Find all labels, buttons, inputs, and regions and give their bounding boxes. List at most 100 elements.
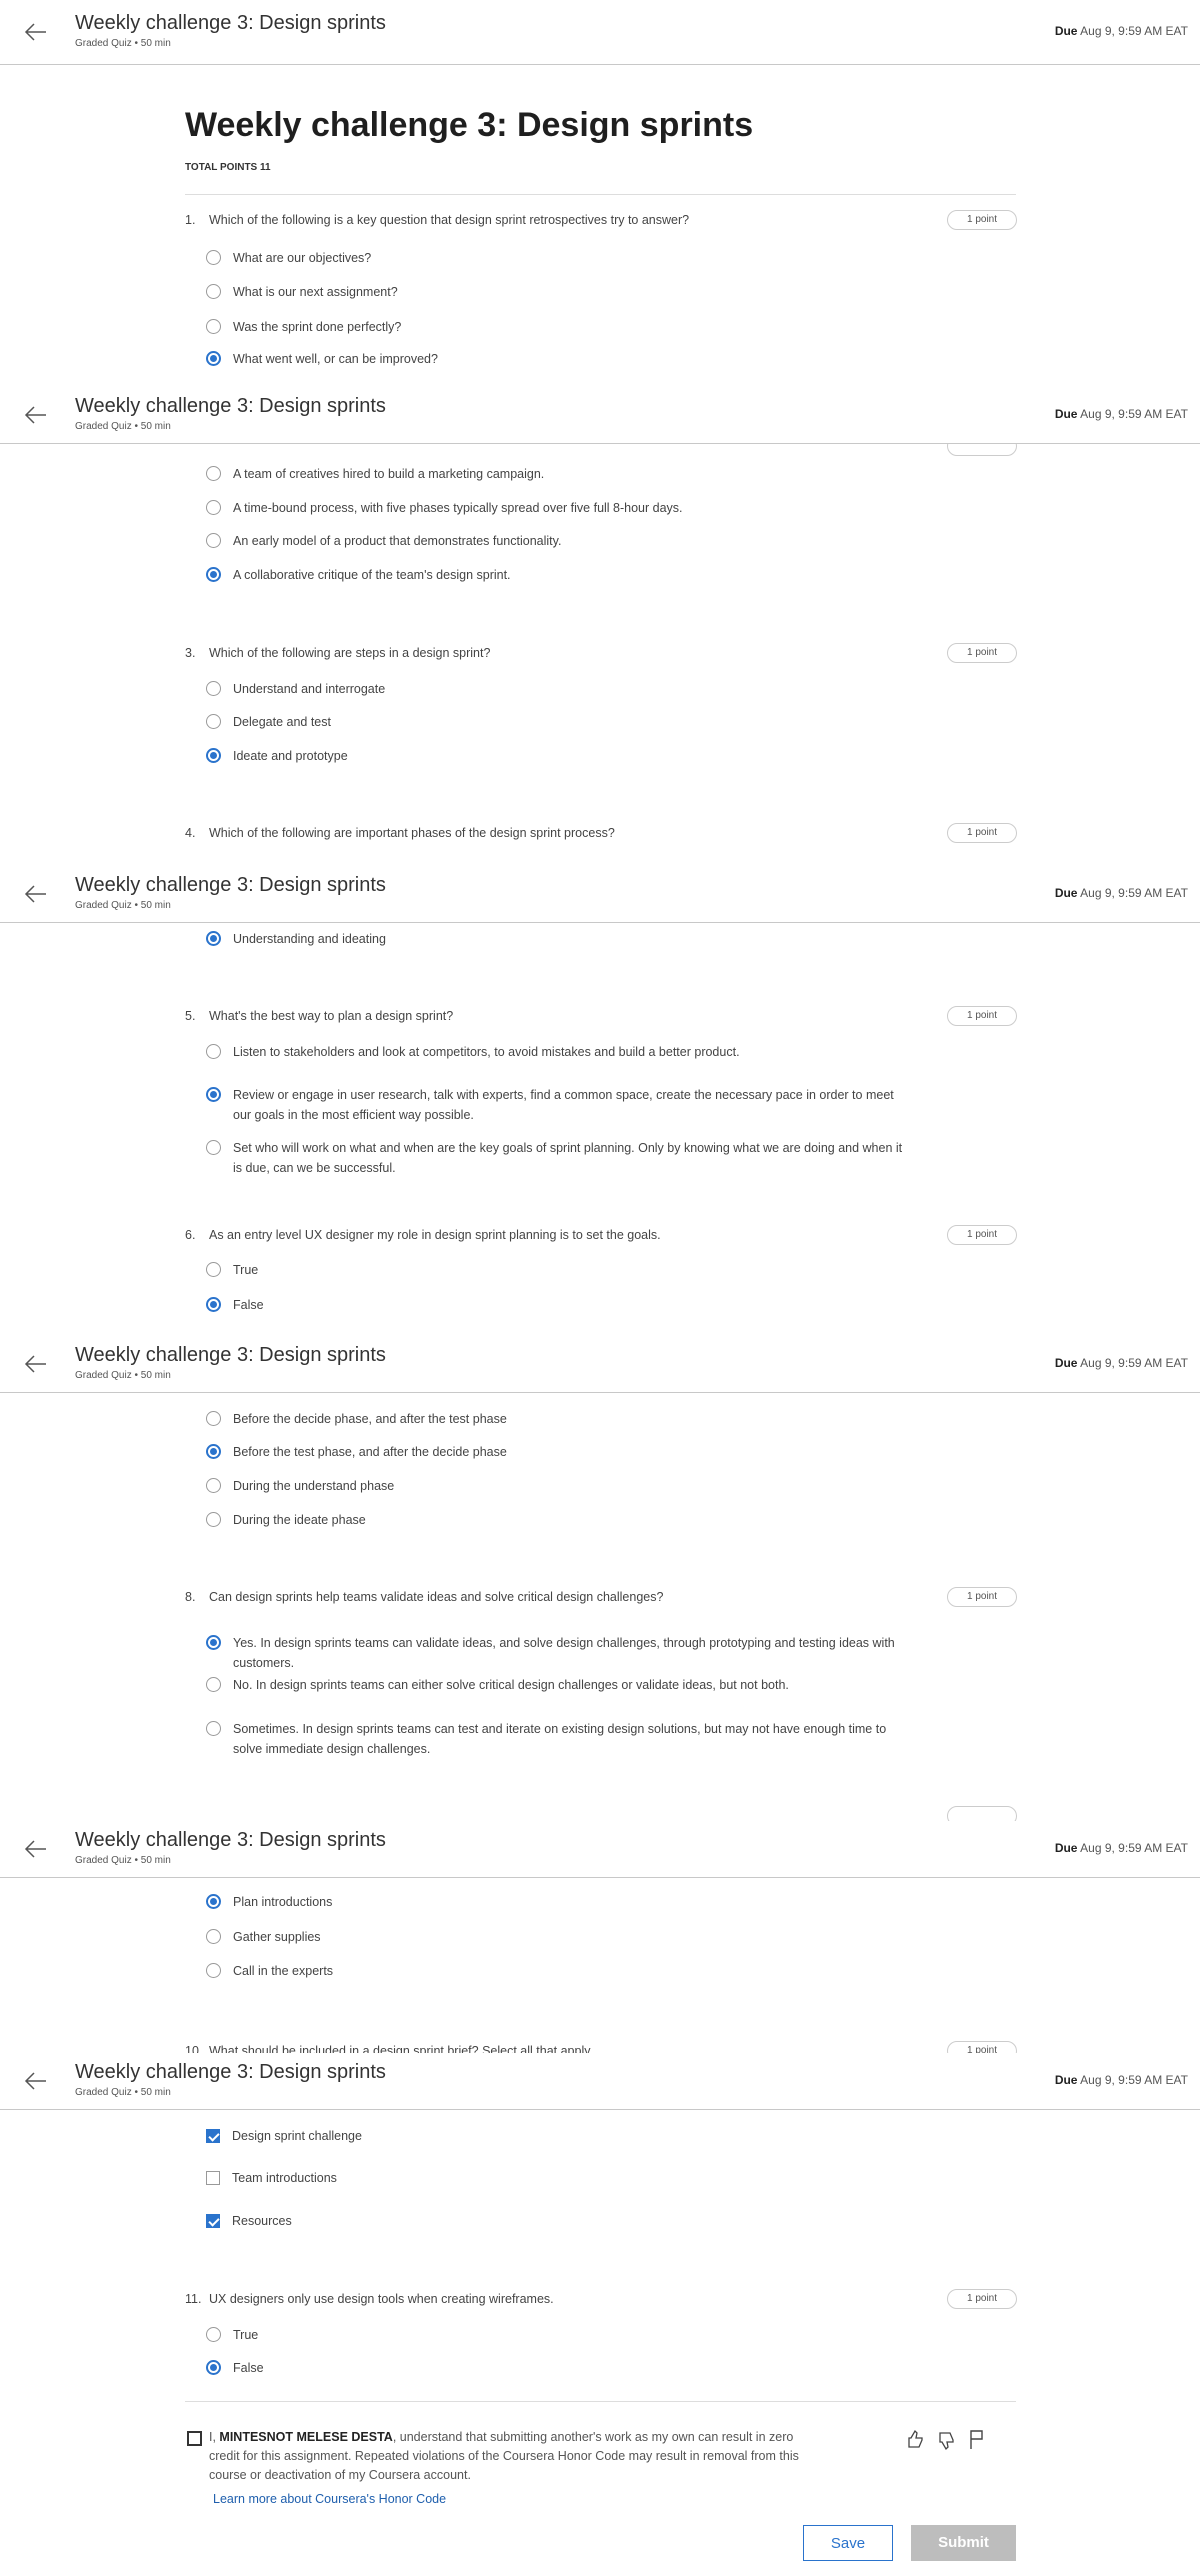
radio-button[interactable] [206, 500, 221, 515]
option-label: Team introductions [232, 2171, 337, 2185]
honor-code-checkbox[interactable] [187, 2431, 202, 2446]
flag-icon[interactable] [968, 2428, 986, 2455]
option-label: Delegate and test [233, 715, 331, 729]
radio-button[interactable] [206, 1929, 221, 1944]
radio-button[interactable] [206, 2360, 221, 2375]
checkbox-option[interactable]: Team introductions [206, 2168, 906, 2188]
points-badge: 1 point [947, 1225, 1017, 1245]
due-value: Aug 9, 9:59 AM EAT [1080, 2073, 1188, 2087]
radio-option[interactable]: Understanding and ideating [206, 929, 906, 949]
radio-option[interactable]: Yes. In design sprints teams can validat… [206, 1633, 906, 1673]
radio-button[interactable] [206, 533, 221, 548]
due-value: Aug 9, 9:59 AM EAT [1080, 1841, 1188, 1855]
due-date: Due Aug 9, 9:59 AM EAT [1055, 1356, 1188, 1370]
points-badge: 1 point [947, 643, 1017, 663]
radio-option[interactable]: Set who will work on what and when are t… [206, 1138, 906, 1178]
radio-option[interactable]: Delegate and test [206, 712, 906, 732]
radio-button[interactable] [206, 714, 221, 729]
radio-button[interactable] [206, 1044, 221, 1059]
radio-option[interactable]: True [206, 1260, 906, 1280]
option-label: Call in the experts [233, 1964, 334, 1978]
radio-option[interactable]: A collaborative critique of the team's d… [206, 565, 906, 585]
radio-button[interactable] [206, 748, 221, 763]
header-title: Weekly challenge 3: Design sprints [75, 395, 386, 417]
radio-option[interactable]: Before the decide phase, and after the t… [206, 1409, 906, 1429]
radio-button[interactable] [206, 284, 221, 299]
radio-button[interactable] [206, 250, 221, 265]
checkbox[interactable] [206, 2171, 220, 2185]
radio-option[interactable]: Ideate and prototype [206, 746, 906, 766]
radio-button[interactable] [206, 1635, 221, 1650]
radio-option[interactable]: What is our next assignment? [206, 282, 906, 302]
back-arrow-icon[interactable] [22, 880, 50, 908]
question-text: Which of the following are steps in a de… [209, 646, 491, 660]
radio-option[interactable]: What went well, or can be improved? [206, 349, 906, 369]
radio-option[interactable]: False [206, 2358, 906, 2378]
radio-option[interactable]: An early model of a product that demonst… [206, 531, 906, 551]
thumbs-down-icon[interactable] [936, 2430, 956, 2457]
checkbox[interactable] [206, 2129, 220, 2143]
back-arrow-icon[interactable] [22, 2067, 50, 2095]
radio-option[interactable]: Before the test phase, and after the dec… [206, 1442, 906, 1462]
radio-button[interactable] [206, 1963, 221, 1978]
radio-button[interactable] [206, 1478, 221, 1493]
radio-option[interactable]: Call in the experts [206, 1961, 906, 1981]
checkbox-option[interactable]: Design sprint challenge [206, 2126, 906, 2146]
radio-button[interactable] [206, 2327, 221, 2342]
radio-option[interactable]: True [206, 2325, 906, 2345]
radio-option[interactable]: During the understand phase [206, 1476, 906, 1496]
checkbox[interactable] [206, 2214, 220, 2228]
due-date: Due Aug 9, 9:59 AM EAT [1055, 24, 1188, 38]
question-number: 3. [185, 646, 196, 660]
due-label: Due [1054, 1841, 1078, 1855]
radio-button[interactable] [206, 1677, 221, 1692]
radio-button[interactable] [206, 1894, 221, 1909]
back-arrow-icon[interactable] [22, 401, 50, 429]
question-number: 6. [185, 1228, 196, 1242]
option-label: Understand and interrogate [233, 682, 386, 696]
radio-button[interactable] [206, 931, 221, 946]
submit-button[interactable]: Submit [911, 2525, 1016, 2561]
header-title: Weekly challenge 3: Design sprints [75, 874, 386, 896]
option-label: False [233, 1298, 264, 1312]
radio-button[interactable] [206, 681, 221, 696]
radio-button[interactable] [206, 1512, 221, 1527]
radio-option[interactable]: False [206, 1295, 906, 1315]
radio-option[interactable]: A time-bound process, with five phases t… [206, 498, 906, 518]
header-title: Weekly challenge 3: Design sprints [75, 1344, 386, 1366]
radio-option[interactable]: What are our objectives? [206, 248, 906, 268]
save-button[interactable]: Save [803, 2525, 893, 2561]
question-q11: 11. UX designers only use design tools wh… [185, 2289, 925, 2309]
thumbs-up-icon[interactable] [905, 2428, 925, 2455]
radio-option[interactable]: Listen to stakeholders and look at compe… [206, 1042, 906, 1062]
back-arrow-icon[interactable] [22, 1835, 50, 1863]
radio-button[interactable] [206, 1297, 221, 1312]
checkbox-option[interactable]: Resources [206, 2211, 906, 2231]
radio-button[interactable] [206, 1262, 221, 1277]
honor-code-link[interactable]: Learn more about Coursera's Honor Code [213, 2492, 446, 2506]
back-arrow-icon[interactable] [22, 18, 50, 46]
radio-button[interactable] [206, 466, 221, 481]
radio-button[interactable] [206, 1411, 221, 1426]
radio-option[interactable]: Gather supplies [206, 1927, 906, 1947]
radio-button[interactable] [206, 351, 221, 366]
radio-option[interactable]: Sometimes. In design sprints teams can t… [206, 1719, 906, 1759]
radio-option[interactable]: During the ideate phase [206, 1510, 906, 1530]
option-label: An early model of a product that demonst… [233, 534, 562, 548]
radio-button[interactable] [206, 1087, 221, 1102]
radio-button[interactable] [206, 1721, 221, 1736]
radio-button[interactable] [206, 567, 221, 582]
option-label: Design sprint challenge [232, 2129, 362, 2143]
radio-option[interactable]: Review or engage in user research, talk … [206, 1085, 906, 1125]
radio-option[interactable]: Was the sprint done perfectly? [206, 317, 906, 337]
radio-button[interactable] [206, 319, 221, 334]
radio-option[interactable]: Understand and interrogate [206, 679, 906, 699]
radio-option[interactable]: Plan introductions [206, 1892, 906, 1912]
back-arrow-icon[interactable] [22, 1350, 50, 1378]
honor-code-statement: I, MINTESNOT MELESE DESTA, understand th… [209, 2428, 799, 2485]
radio-button[interactable] [206, 1140, 221, 1155]
option-label: What are our objectives? [233, 251, 372, 265]
radio-option[interactable]: A team of creatives hired to build a mar… [206, 464, 906, 484]
radio-button[interactable] [206, 1444, 221, 1459]
radio-option[interactable]: No. In design sprints teams can either s… [206, 1675, 906, 1695]
